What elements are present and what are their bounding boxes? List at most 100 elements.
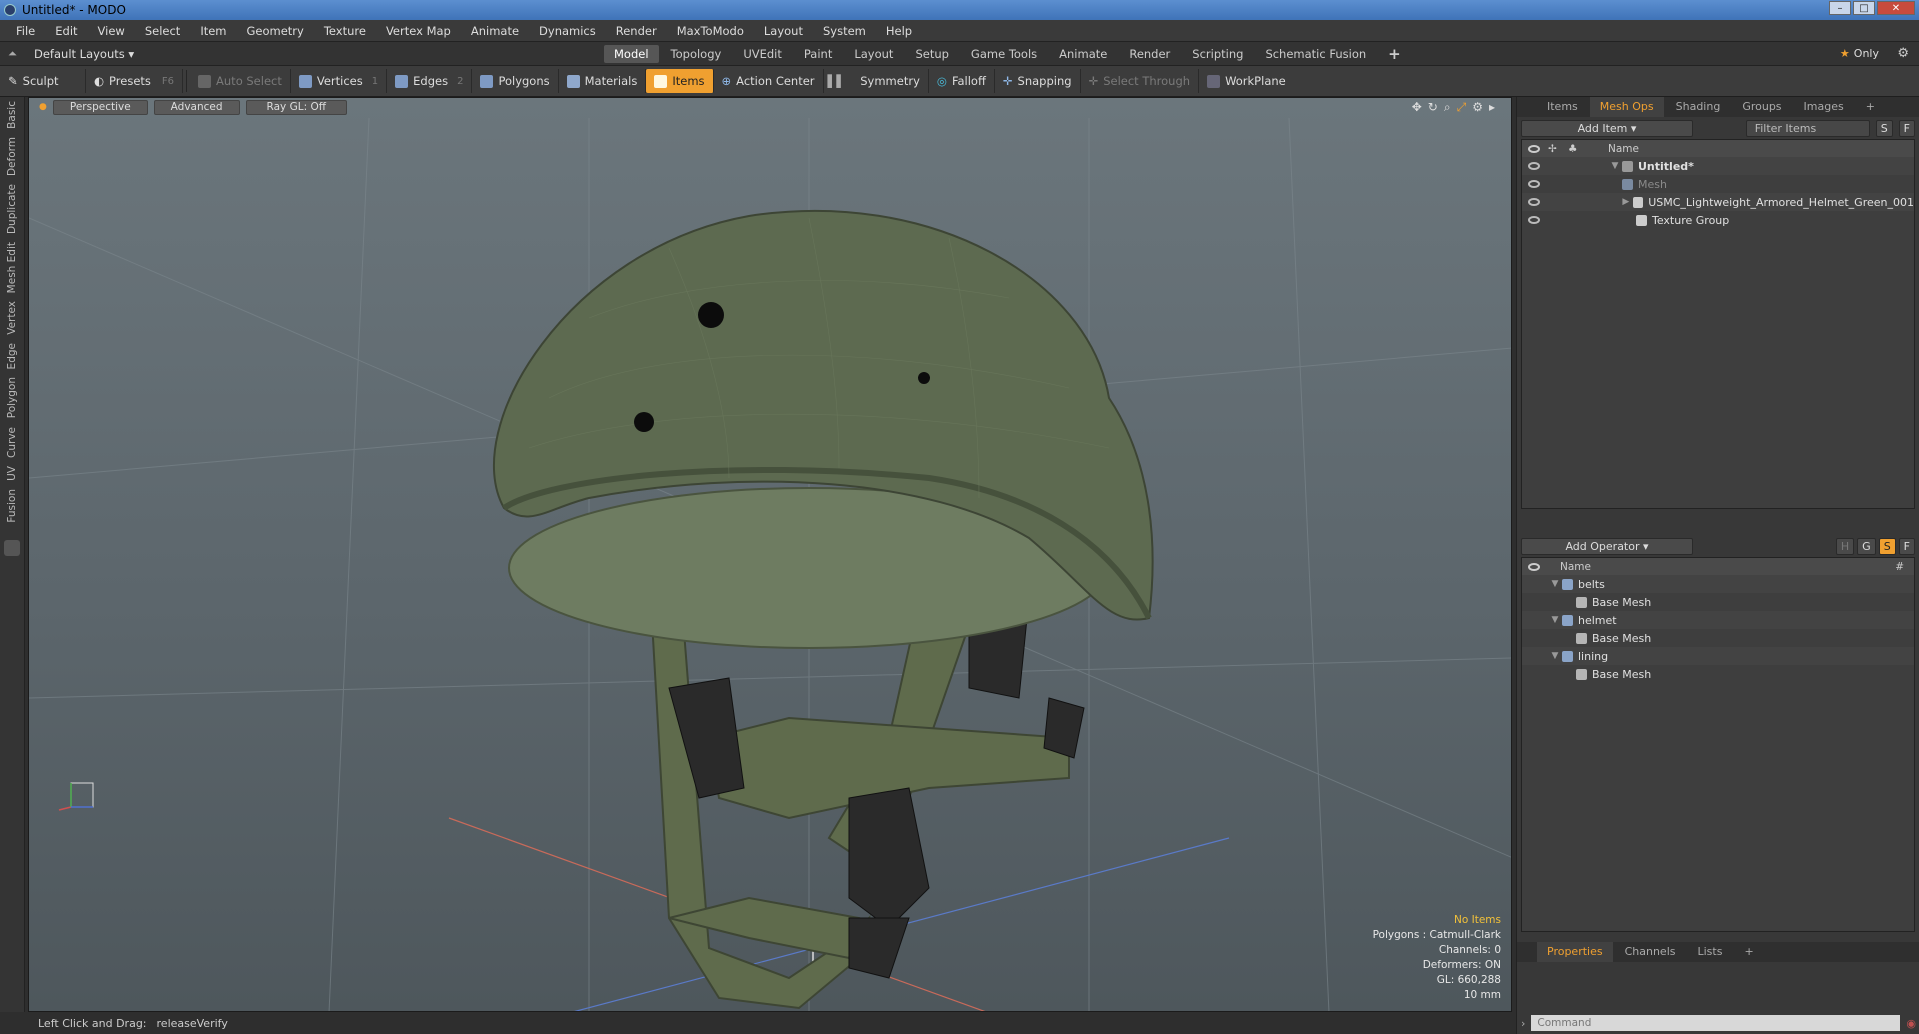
meshop-row-lining[interactable]: ▼ lining xyxy=(1522,647,1914,665)
items-button[interactable]: Items xyxy=(646,69,714,93)
expand-arrow-icon[interactable]: ▼ xyxy=(1548,615,1562,625)
menu-vertex-map[interactable]: Vertex Map xyxy=(376,24,461,38)
add-panel-tab-button[interactable]: + xyxy=(1734,942,1763,962)
meshop-row-belts[interactable]: ▼ belts xyxy=(1522,575,1914,593)
menu-animate[interactable]: Animate xyxy=(461,24,529,38)
workplane-button[interactable]: WorkPlane xyxy=(1199,69,1294,93)
tab-lists[interactable]: Lists xyxy=(1688,942,1733,962)
add-item-button[interactable]: Add Item ▾ xyxy=(1521,119,1693,137)
meshop-row-helmet[interactable]: ▼ helmet xyxy=(1522,611,1914,629)
visibility-eye-icon[interactable] xyxy=(1528,180,1540,188)
tab-items[interactable]: Items xyxy=(1537,97,1588,117)
menu-dynamics[interactable]: Dynamics xyxy=(529,24,606,38)
gear-icon[interactable]: ⚙ xyxy=(1897,46,1909,61)
filter-items-input[interactable]: Filter Items xyxy=(1745,119,1870,137)
left-tab-vertex[interactable]: Vertex xyxy=(6,297,18,339)
tree-row-helmet-group[interactable]: ▶ USMC_Lightweight_Armored_Helmet_Green_… xyxy=(1522,193,1914,211)
command-input[interactable]: Command xyxy=(1531,1015,1901,1031)
tab-paint[interactable]: Paint xyxy=(794,45,842,63)
tab-shading[interactable]: Shading xyxy=(1666,97,1731,117)
action-center-button[interactable]: ⊕ Action Center xyxy=(714,69,824,93)
tool-tray-toggle[interactable] xyxy=(4,540,20,557)
tree-row-mesh[interactable]: Mesh xyxy=(1522,175,1914,193)
tab-model[interactable]: Model xyxy=(604,44,659,63)
only-button[interactable]: Only xyxy=(1854,47,1879,60)
tab-scripting[interactable]: Scripting xyxy=(1182,45,1253,63)
menu-view[interactable]: View xyxy=(88,24,135,38)
pan-icon[interactable]: ✥ xyxy=(1412,100,1422,115)
left-tab-uv[interactable]: UV xyxy=(6,462,18,485)
tab-properties[interactable]: Properties xyxy=(1537,942,1613,962)
snapping-button[interactable]: ✛ Snapping xyxy=(995,69,1081,93)
presets-button[interactable]: ◐ Presets F6 xyxy=(86,69,184,93)
visibility-eye-icon[interactable] xyxy=(1528,216,1540,224)
tab-uvedit[interactable]: UVEdit xyxy=(733,45,792,63)
meshops-g-button[interactable]: G xyxy=(1857,537,1876,555)
tab-mesh-ops[interactable]: Mesh Ops xyxy=(1589,97,1664,117)
falloff-button[interactable]: ◎ Falloff xyxy=(929,69,995,93)
meshops-s-button[interactable]: S xyxy=(1878,537,1896,555)
view-mode-button[interactable]: Advanced xyxy=(153,99,240,115)
add-panel-tab-button[interactable]: + xyxy=(1856,97,1885,117)
meshop-row-base-mesh[interactable]: Base Mesh xyxy=(1522,629,1914,647)
menu-system[interactable]: System xyxy=(813,24,876,38)
layout-toggle-icon[interactable]: ⏶ xyxy=(8,47,22,61)
meshop-row-base-mesh[interactable]: Base Mesh xyxy=(1522,665,1914,683)
left-tab-edge[interactable]: Edge xyxy=(6,339,18,373)
view-perspective-button[interactable]: Perspective xyxy=(52,99,148,115)
visibility-eye-icon[interactable] xyxy=(1528,198,1540,206)
rotate-icon[interactable]: ↻ xyxy=(1428,100,1438,115)
fit-icon[interactable]: ⤢ xyxy=(1457,100,1467,115)
tab-animate[interactable]: Animate xyxy=(1049,45,1117,63)
visibility-eye-icon[interactable] xyxy=(1528,162,1540,170)
viewport-menu-icon[interactable]: ▸ xyxy=(1489,100,1495,115)
menu-select[interactable]: Select xyxy=(135,24,190,38)
menu-texture[interactable]: Texture xyxy=(314,24,376,38)
left-tab-duplicate[interactable]: Duplicate xyxy=(6,180,18,238)
tab-topology[interactable]: Topology xyxy=(661,45,732,63)
add-tab-button[interactable]: + xyxy=(1378,45,1411,63)
viewport-settings-icon[interactable]: ⚙ xyxy=(1472,100,1483,115)
materials-button[interactable]: Materials xyxy=(559,69,647,93)
left-tab-basic[interactable]: Basic xyxy=(6,97,18,133)
menu-file[interactable]: File xyxy=(6,24,45,38)
record-icon[interactable]: ◉ xyxy=(1906,1017,1916,1030)
tab-game-tools[interactable]: Game Tools xyxy=(961,45,1047,63)
expand-arrow-icon[interactable]: ▼ xyxy=(1548,579,1562,589)
polygons-button[interactable]: Polygons xyxy=(472,69,559,93)
menu-edit[interactable]: Edit xyxy=(45,24,87,38)
expand-arrow-icon[interactable]: ▶ xyxy=(1619,197,1633,207)
left-tab-deform[interactable]: Deform xyxy=(6,133,18,180)
left-tab-polygon[interactable]: Polygon xyxy=(6,373,18,422)
tab-channels[interactable]: Channels xyxy=(1615,942,1686,962)
menu-item[interactable]: Item xyxy=(190,24,236,38)
left-tab-fusion[interactable]: Fusion xyxy=(6,485,18,527)
close-button[interactable]: ✕ xyxy=(1877,1,1915,15)
menu-render[interactable]: Render xyxy=(606,24,667,38)
minimize-button[interactable]: – xyxy=(1829,1,1851,15)
raygl-button[interactable]: Ray GL: Off xyxy=(245,99,347,115)
left-tab-mesh-edit[interactable]: Mesh Edit xyxy=(6,238,18,297)
tree-row-scene[interactable]: ▼ Untitled* xyxy=(1522,157,1914,175)
tab-setup[interactable]: Setup xyxy=(905,45,958,63)
menu-geometry[interactable]: Geometry xyxy=(237,24,314,38)
meshop-row-base-mesh[interactable]: Base Mesh xyxy=(1522,593,1914,611)
vertices-button[interactable]: Vertices 1 xyxy=(291,69,388,93)
tab-images[interactable]: Images xyxy=(1794,97,1854,117)
filter-s-button[interactable]: S xyxy=(1875,119,1893,137)
tree-row-texture-group[interactable]: Texture Group xyxy=(1522,211,1914,229)
meshops-f-button[interactable]: F xyxy=(1898,537,1915,555)
symmetry-button[interactable]: ▌▌ Symmetry xyxy=(824,69,929,93)
auto-select-button[interactable]: Auto Select xyxy=(190,69,291,93)
filter-f-button[interactable]: F xyxy=(1898,119,1915,137)
menu-maxtomodo[interactable]: MaxToModo xyxy=(667,24,754,38)
meshops-h-button[interactable]: H xyxy=(1835,537,1855,555)
tab-schematic-fusion[interactable]: Schematic Fusion xyxy=(1255,45,1376,63)
edges-button[interactable]: Edges 2 xyxy=(387,69,473,93)
expand-arrow-icon[interactable]: ▼ xyxy=(1608,161,1622,171)
3d-viewport[interactable]: ● Perspective Advanced Ray GL: Off ✥ ↻ ⌕… xyxy=(28,97,1512,1012)
menu-help[interactable]: Help xyxy=(876,24,922,38)
sculpt-button[interactable]: ✎ Sculpt xyxy=(0,69,86,93)
left-tab-curve[interactable]: Curve xyxy=(6,423,18,462)
tab-layout[interactable]: Layout xyxy=(844,45,903,63)
